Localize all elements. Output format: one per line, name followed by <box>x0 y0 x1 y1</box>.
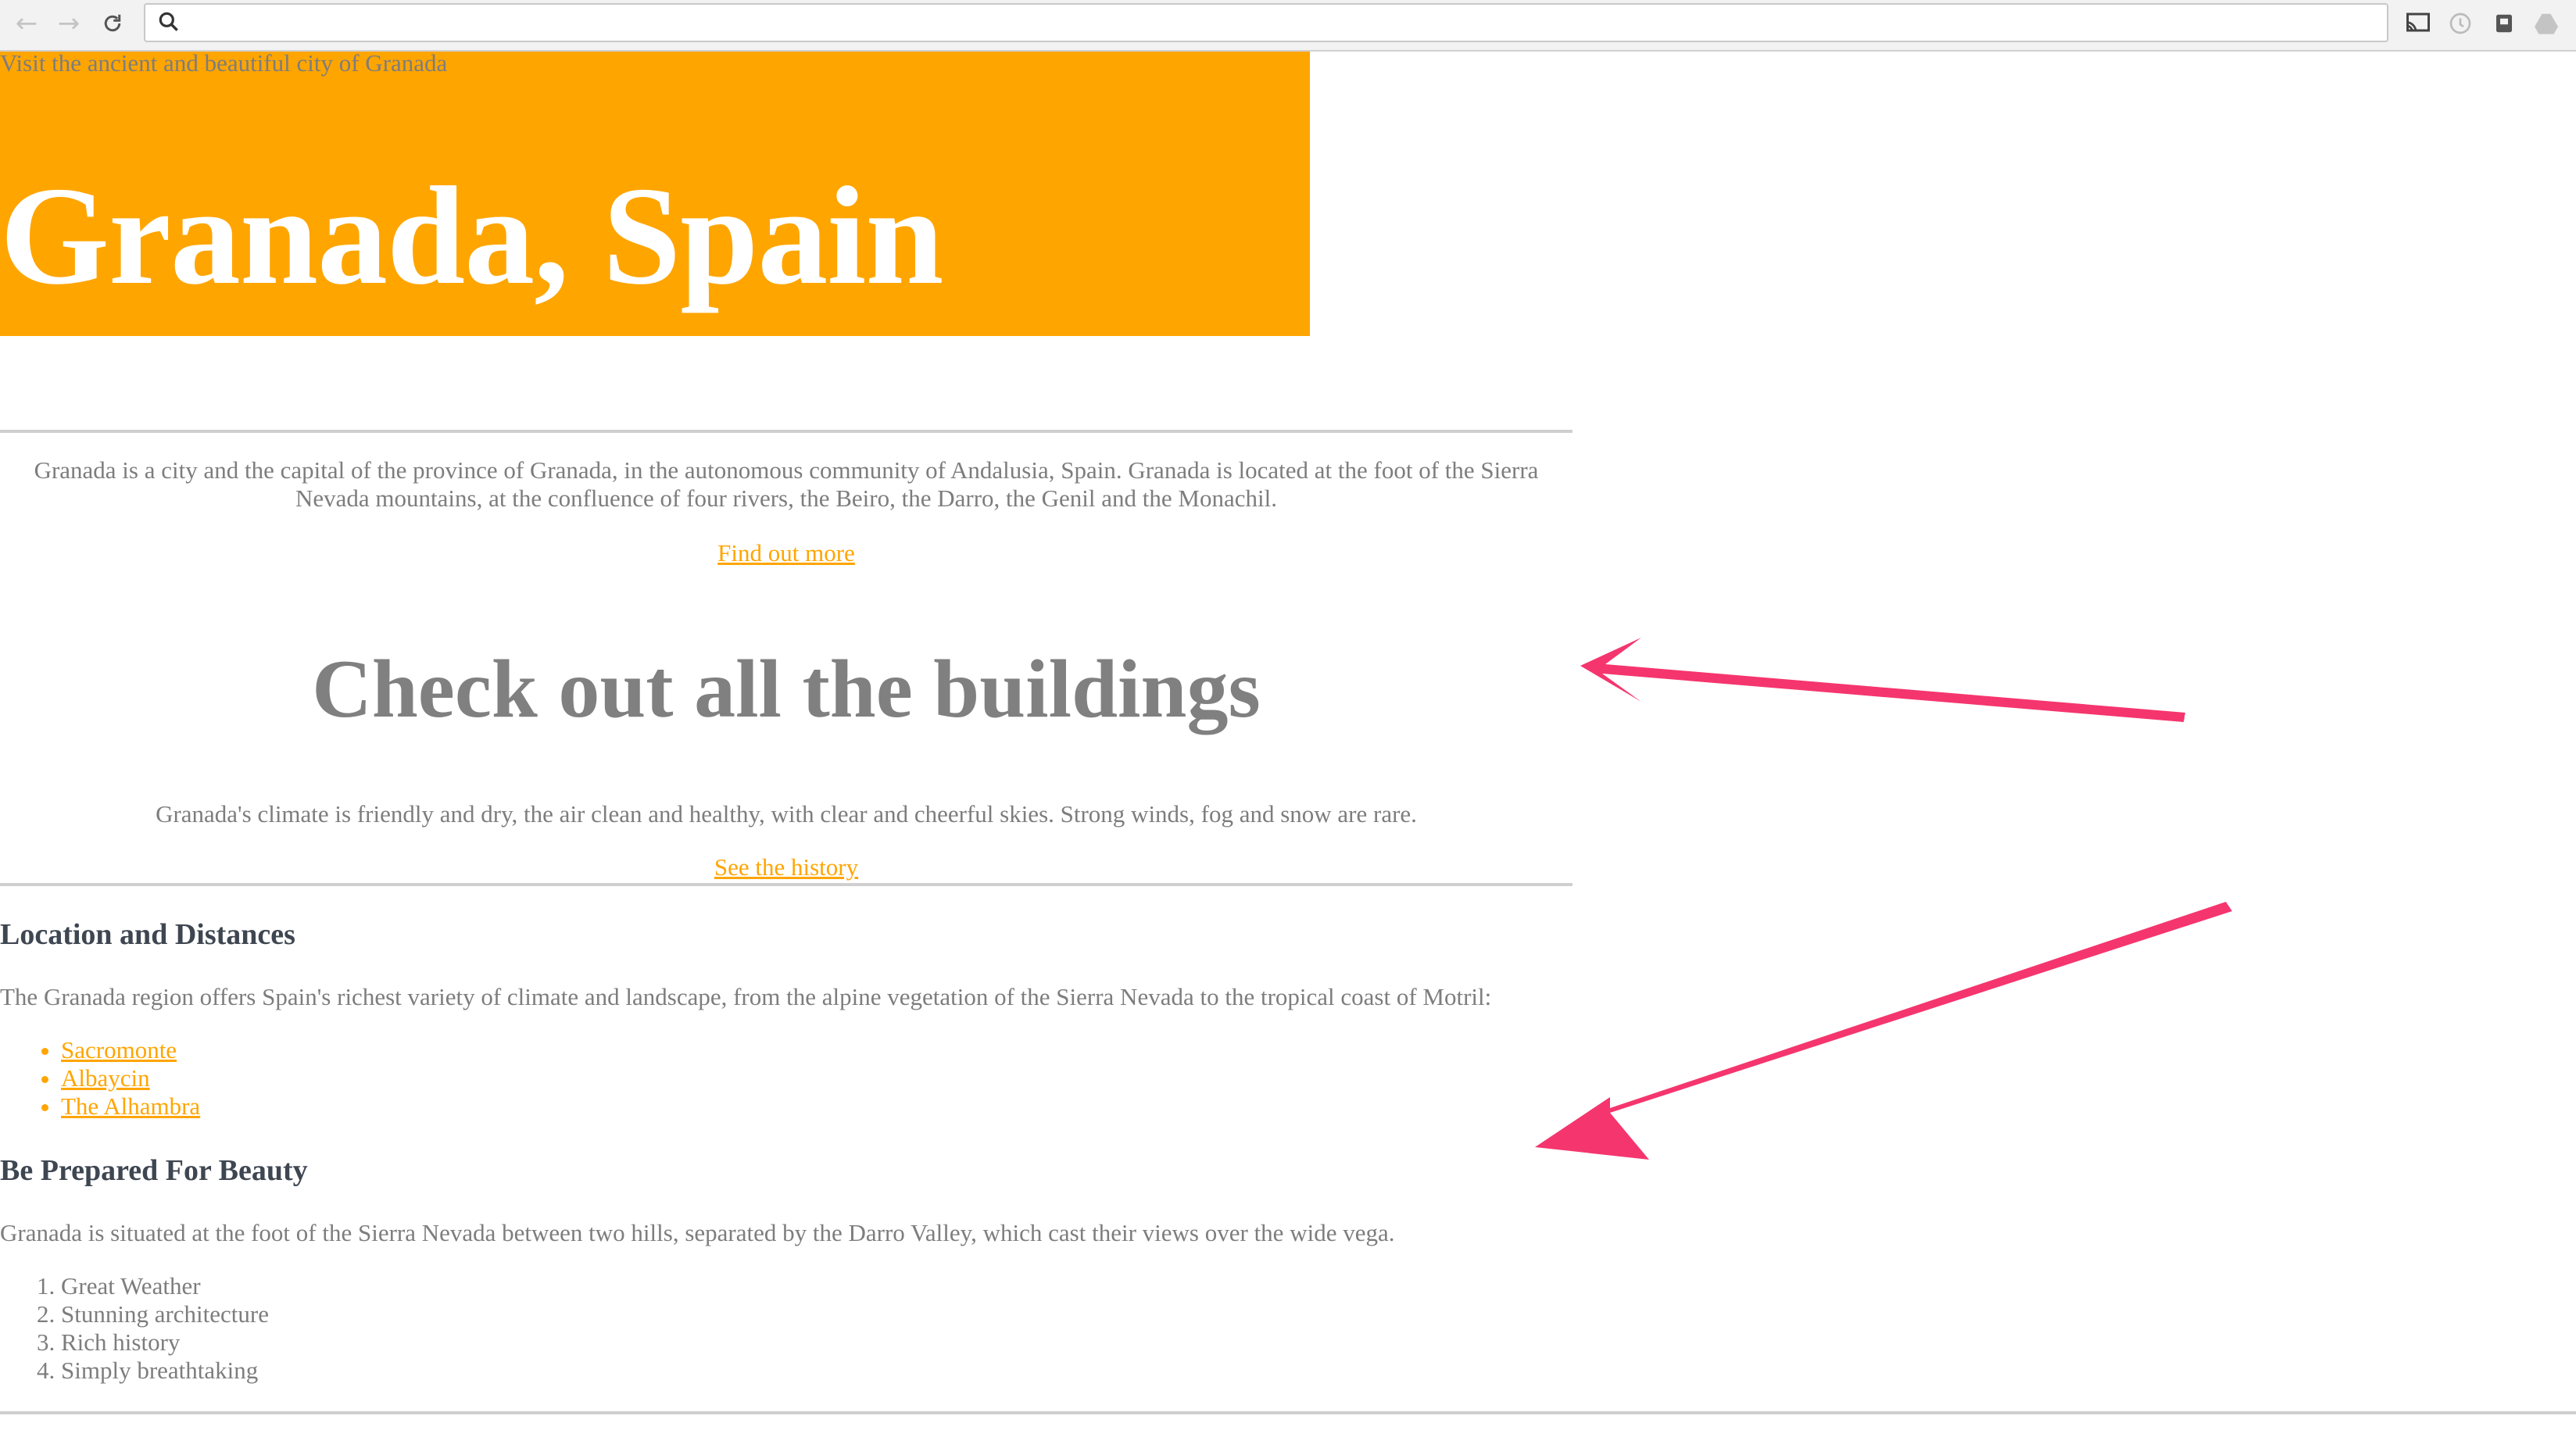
hero-tagline: Visit the ancient and beautiful city of … <box>0 49 448 77</box>
search-icon <box>159 12 178 31</box>
location-text: The Granada region offers Spain's riches… <box>0 983 1492 1010</box>
address-bar[interactable] <box>144 3 2388 42</box>
extension-icon-2[interactable] <box>2488 8 2520 39</box>
location-heading: Location and Distances <box>0 918 295 951</box>
place-link-albaycin[interactable]: Albaycin <box>61 1064 150 1092</box>
list-item: Simply breathtaking <box>61 1357 269 1385</box>
see-history-paragraph: See the history <box>0 853 1572 881</box>
list-item: Great Weather <box>61 1272 269 1300</box>
drive-icon[interactable] <box>2531 8 2562 39</box>
hero-title: Granada, Spain <box>0 158 943 313</box>
buildings-heading: Check out all the buildings <box>312 643 1261 735</box>
list-item: The Alhambra <box>61 1092 200 1121</box>
address-input[interactable] <box>192 8 2368 38</box>
cast-icon[interactable] <box>2402 8 2434 39</box>
place-link-alhambra[interactable]: The Alhambra <box>61 1092 200 1120</box>
places-list: Sacromonte Albaycin The Alhambra <box>0 1036 200 1121</box>
find-out-more-link[interactable]: Find out more <box>717 539 855 567</box>
see-history-link[interactable]: See the history <box>714 853 858 881</box>
reasons-list: Great Weather Stunning architecture Rich… <box>0 1272 269 1385</box>
divider <box>0 883 1572 886</box>
find-out-more-paragraph: Find out more <box>0 539 1572 567</box>
beauty-heading: Be Prepared For Beauty <box>0 1154 308 1187</box>
hero-banner: Visit the ancient and beautiful city of … <box>0 49 1310 336</box>
browser-toolbar: ← → <box>0 0 2576 52</box>
list-item: Sacromonte <box>61 1036 200 1064</box>
divider <box>0 430 1572 433</box>
divider <box>0 1411 2576 1414</box>
intro-text: Granada is a city and the capital of the… <box>34 456 1539 512</box>
back-arrow-icon[interactable]: ← <box>9 6 44 41</box>
forward-arrow-icon[interactable]: → <box>52 6 86 41</box>
climate-text: Granada's climate is friendly and dry, t… <box>156 800 1417 828</box>
beauty-text: Granada is situated at the foot of the S… <box>0 1219 1395 1246</box>
place-link-sacromonte[interactable]: Sacromonte <box>61 1036 177 1064</box>
list-item: Albaycin <box>61 1064 200 1092</box>
reload-icon[interactable] <box>95 6 130 41</box>
list-item: Rich history <box>61 1328 269 1357</box>
extension-icon[interactable] <box>2445 8 2476 39</box>
page-content: Visit the ancient and beautiful city of … <box>0 49 2576 1430</box>
list-item: Stunning architecture <box>61 1300 269 1328</box>
